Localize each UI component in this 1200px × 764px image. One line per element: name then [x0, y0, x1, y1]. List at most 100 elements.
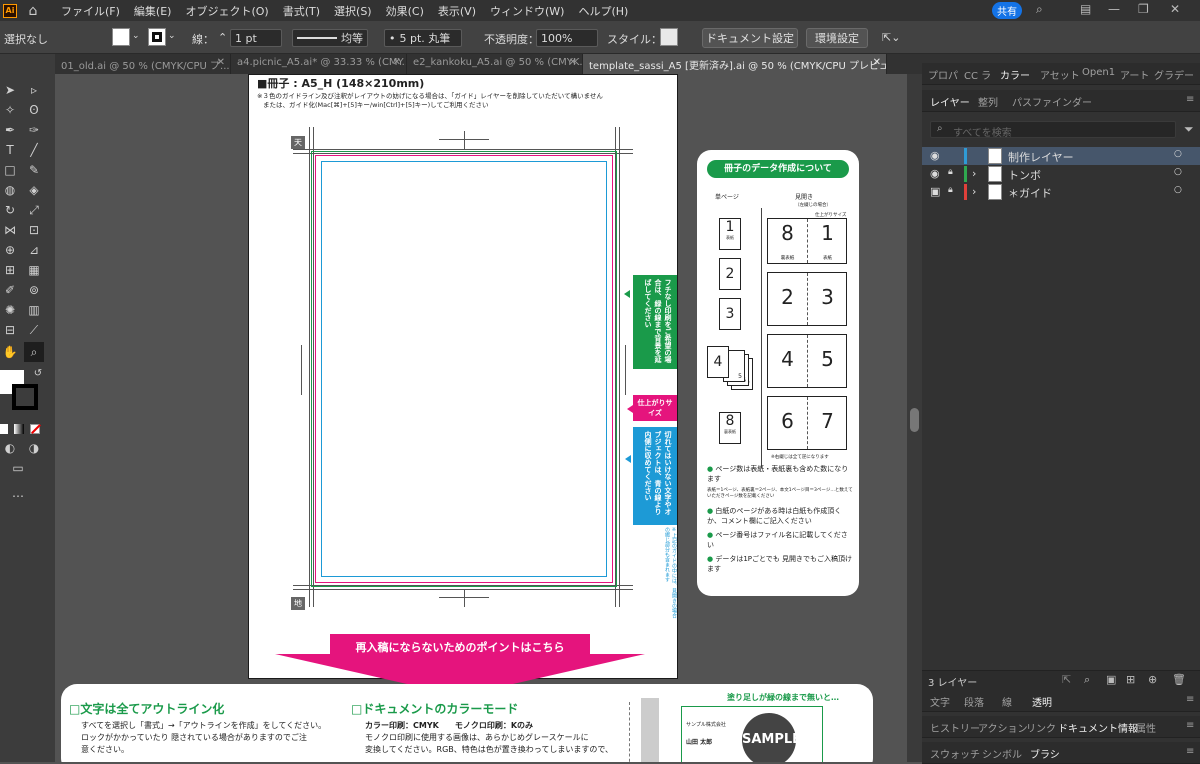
brush-select[interactable]: • 5 pt. 丸筆 [384, 29, 462, 47]
target-circle-icon[interactable]: ○ [1174, 185, 1182, 195]
chevron-down-icon[interactable]: ⌄ [132, 31, 140, 41]
none-mode-icon[interactable] [30, 424, 41, 434]
gradient-tool-icon[interactable]: ▦ [26, 262, 42, 278]
close-window-icon[interactable]: ✕ [1170, 2, 1180, 16]
vertical-scrollbar[interactable] [907, 74, 922, 762]
swap-colors-icon[interactable]: ↺ [30, 366, 46, 382]
tab-open1[interactable]: Open1 [1082, 67, 1115, 78]
tab-cc-libraries[interactable]: CC ラ [964, 67, 991, 82]
menu-edit[interactable]: 編集(E) [134, 3, 172, 19]
layer-search-input[interactable]: すべてを検索 [953, 124, 1012, 139]
eyedropper-tool-icon[interactable]: ✐ [2, 282, 18, 298]
arrange-documents-icon[interactable]: ▤ [1080, 2, 1091, 16]
filter-icon[interactable]: ⏷ [1184, 122, 1194, 137]
tab-layers[interactable]: レイヤー [930, 94, 970, 109]
tab-stroke[interactable]: 線 [1002, 694, 1012, 709]
panel-menu-icon[interactable]: ≡ [1186, 94, 1194, 105]
menu-type[interactable]: 書式(T) [283, 3, 320, 19]
search-icon[interactable]: ⌕ [1036, 2, 1043, 17]
tab-document-3[interactable]: e2_kankoku_A5.ai @ 50 % (CMYK... ✕ [407, 54, 583, 74]
perspective-grid-tool-icon[interactable]: ⊿ [26, 242, 42, 258]
rotate-tool-icon[interactable]: ↻ [2, 202, 18, 218]
visibility-eye-icon[interactable]: ◉ [930, 149, 940, 162]
tab-document-2[interactable]: a4.picnic_A5.ai* @ 33.33 % (CMY... ✕ [231, 54, 407, 74]
layer-name[interactable]: ＊ガイド [1008, 185, 1052, 201]
type-tool-icon[interactable]: T [2, 142, 18, 158]
direct-selection-tool-icon[interactable]: ▹ [26, 82, 42, 98]
export-icon[interactable]: ⇱ [1062, 673, 1071, 686]
shape-builder-tool-icon[interactable]: ⊕ [2, 242, 18, 258]
menu-select[interactable]: 選択(S) [334, 3, 372, 19]
layer-name[interactable]: トンボ [1008, 167, 1041, 183]
target-circle-icon[interactable]: ○ [1174, 167, 1182, 177]
stroke-swatch[interactable] [148, 28, 166, 46]
more-tools-icon[interactable]: ⋯ [10, 488, 26, 504]
opacity-input[interactable]: 100% [536, 29, 598, 47]
share-button[interactable]: 共有 [992, 2, 1022, 19]
clipping-mask-icon[interactable]: ▣ [1106, 673, 1116, 686]
menu-object[interactable]: オブジェクト(O) [185, 3, 268, 19]
tab-symbols[interactable]: シンボル [982, 746, 1022, 761]
chevron-right-icon[interactable]: › [972, 167, 976, 180]
layer-row-tombo[interactable]: ◉ 🔒︎ › トンボ ○ [922, 165, 1200, 183]
eraser-tool-icon[interactable]: ◈ [26, 182, 42, 198]
new-sublayer-icon[interactable]: ⊞ [1126, 673, 1135, 686]
menu-view[interactable]: 表示(V) [438, 3, 476, 19]
artboard[interactable]: ■冊子 : A5_H (148×210mm) ※３色のガイドライン及び注釈がレイ… [248, 74, 678, 679]
tab-transparency[interactable]: 透明 [1032, 694, 1052, 709]
layer-search[interactable]: ⌕ すべてを検索 [930, 121, 1176, 139]
lock-icon[interactable]: 🔒︎ [948, 185, 953, 195]
scrollbar-thumb[interactable] [910, 408, 919, 432]
chevron-down-icon[interactable]: ⌄ [168, 31, 176, 41]
document-setup-button[interactable]: ドキュメント設定 [702, 28, 798, 48]
magic-wand-tool-icon[interactable]: ✧ [2, 102, 18, 118]
tab-character[interactable]: 文字 [930, 694, 950, 709]
tab-attributes[interactable]: 属性 [1136, 720, 1156, 735]
tab-document-active[interactable]: template_sassi_A5 [更新済み].ai @ 50 % (CMYK… [583, 54, 887, 74]
stroke-color-swatch[interactable] [12, 384, 38, 410]
visibility-eye-icon[interactable]: ◉ [930, 167, 940, 180]
lock-icon[interactable]: 🔒︎ [948, 167, 953, 177]
shaper-tool-icon[interactable]: ◍ [2, 182, 18, 198]
tab-swatches[interactable]: スウォッチ [930, 746, 980, 761]
color-mode-icon[interactable] [0, 424, 8, 434]
column-graph-tool-icon[interactable]: ▥ [26, 302, 42, 318]
restore-icon[interactable]: ❐ [1138, 2, 1149, 16]
gradient-mode-icon[interactable] [14, 424, 24, 434]
pen-tool-icon[interactable]: ✒ [2, 122, 18, 138]
tab-pathfinder[interactable]: パスファインダー [1012, 94, 1092, 109]
new-layer-icon[interactable]: ⊕ [1148, 673, 1157, 686]
hand-tool-icon[interactable]: ✋ [2, 344, 18, 360]
template-layer-icon[interactable]: ▣ [930, 185, 940, 198]
selection-tool-icon[interactable]: ➤ [2, 82, 18, 98]
tab-history[interactable]: ヒストリー [930, 720, 980, 735]
tab-properties[interactable]: プロパ [928, 67, 958, 82]
menu-window[interactable]: ウィンドウ(W) [490, 3, 564, 19]
rectangle-tool-icon[interactable]: □ [2, 162, 18, 178]
panel-menu-icon[interactable]: ≡ [1186, 720, 1194, 731]
menu-file[interactable]: ファイル(F) [61, 3, 120, 19]
draw-behind-icon[interactable]: ◑ [26, 440, 42, 456]
target-circle-icon[interactable]: ○ [1174, 149, 1182, 159]
align-icon[interactable]: ⇱⌄ [882, 31, 900, 44]
close-icon[interactable]: ✕ [873, 57, 881, 68]
tab-links[interactable]: リンク [1026, 720, 1056, 735]
slice-tool-icon[interactable]: ⟋ [26, 322, 42, 338]
preferences-button[interactable]: 環境設定 [806, 28, 868, 48]
mesh-tool-icon[interactable]: ⊞ [2, 262, 18, 278]
tab-actions[interactable]: アクション [978, 720, 1028, 735]
tab-artboards[interactable]: アート [1120, 67, 1149, 82]
drawing-mode-icon[interactable]: ◐ [2, 440, 18, 456]
curvature-tool-icon[interactable]: ✑ [26, 122, 42, 138]
fill-swatch[interactable] [112, 28, 130, 46]
canvas[interactable]: ■冊子 : A5_H (148×210mm) ※３色のガイドライン及び注釈がレイ… [55, 74, 907, 762]
menu-help[interactable]: ヘルプ(H) [578, 3, 628, 19]
tab-color[interactable]: カラー [1000, 67, 1030, 82]
width-tool-icon[interactable]: ⋈ [2, 222, 18, 238]
stroke-weight-input[interactable]: 1 pt [230, 29, 282, 47]
menu-effect[interactable]: 効果(C) [386, 3, 424, 19]
paintbrush-tool-icon[interactable]: ✎ [26, 162, 42, 178]
tab-brushes[interactable]: ブラシ [1030, 746, 1060, 761]
tab-assets[interactable]: アセット [1040, 67, 1080, 82]
stroke-profile-select[interactable]: 均等 [292, 29, 368, 47]
